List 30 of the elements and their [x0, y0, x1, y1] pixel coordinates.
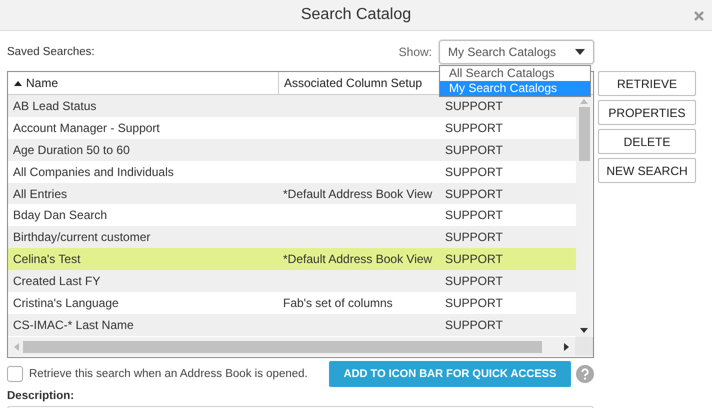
table-cell: *Default Address Book View [283, 252, 432, 266]
table-cell-text: SUPPORT [444, 296, 504, 310]
table-cell: Fab's set of columns [283, 296, 393, 310]
table-cell-text: SUPPORT [444, 274, 504, 288]
table-cell-text: SUPPORT [444, 98, 504, 113]
table-cell-text: SUPPORT [444, 318, 504, 332]
table-cell-text: Cristina's Language [12, 296, 120, 310]
table-cell-text: SUPPORT [444, 142, 504, 157]
table-cell-text: Celina's Test [12, 252, 82, 266]
description-label: Description: [7, 390, 76, 402]
table-cell-text: All Entries [12, 186, 68, 200]
table-cell-text: SUPPORT [444, 230, 504, 244]
table-cell-text: SUPPORT [444, 120, 504, 135]
show-label: Show: [398, 45, 432, 59]
table-cell-text: Account Manager - Support [12, 120, 161, 135]
table-cell-text: Birthday/current customer [12, 230, 152, 244]
table-cell: *Default Address Book View [283, 186, 432, 200]
table-cell-text: SUPPORT [444, 252, 504, 266]
table-cell-text: Bday Dan Search [12, 208, 108, 222]
table-cell-text: SUPPORT [444, 208, 504, 222]
table-cell-text: SUPPORT [444, 164, 504, 179]
table-cell-text: Created Last FY [12, 274, 102, 288]
table-cell-text: CS-IMAC-* Last Name [12, 318, 135, 332]
table-cell-text: All Companies and Individuals [12, 164, 175, 179]
table-cell-text: AB Lead Status [12, 98, 98, 113]
window-title: Search Catalog [300, 6, 412, 24]
table-cell-text: SUPPORT [444, 186, 504, 200]
table-cell-text: Age Duration 50 to 60 [12, 142, 131, 157]
saved-searches-label: Saved Searches: [7, 46, 96, 58]
checkbox-label: Retrieve this search when an Address Book is opened. [29, 368, 308, 380]
